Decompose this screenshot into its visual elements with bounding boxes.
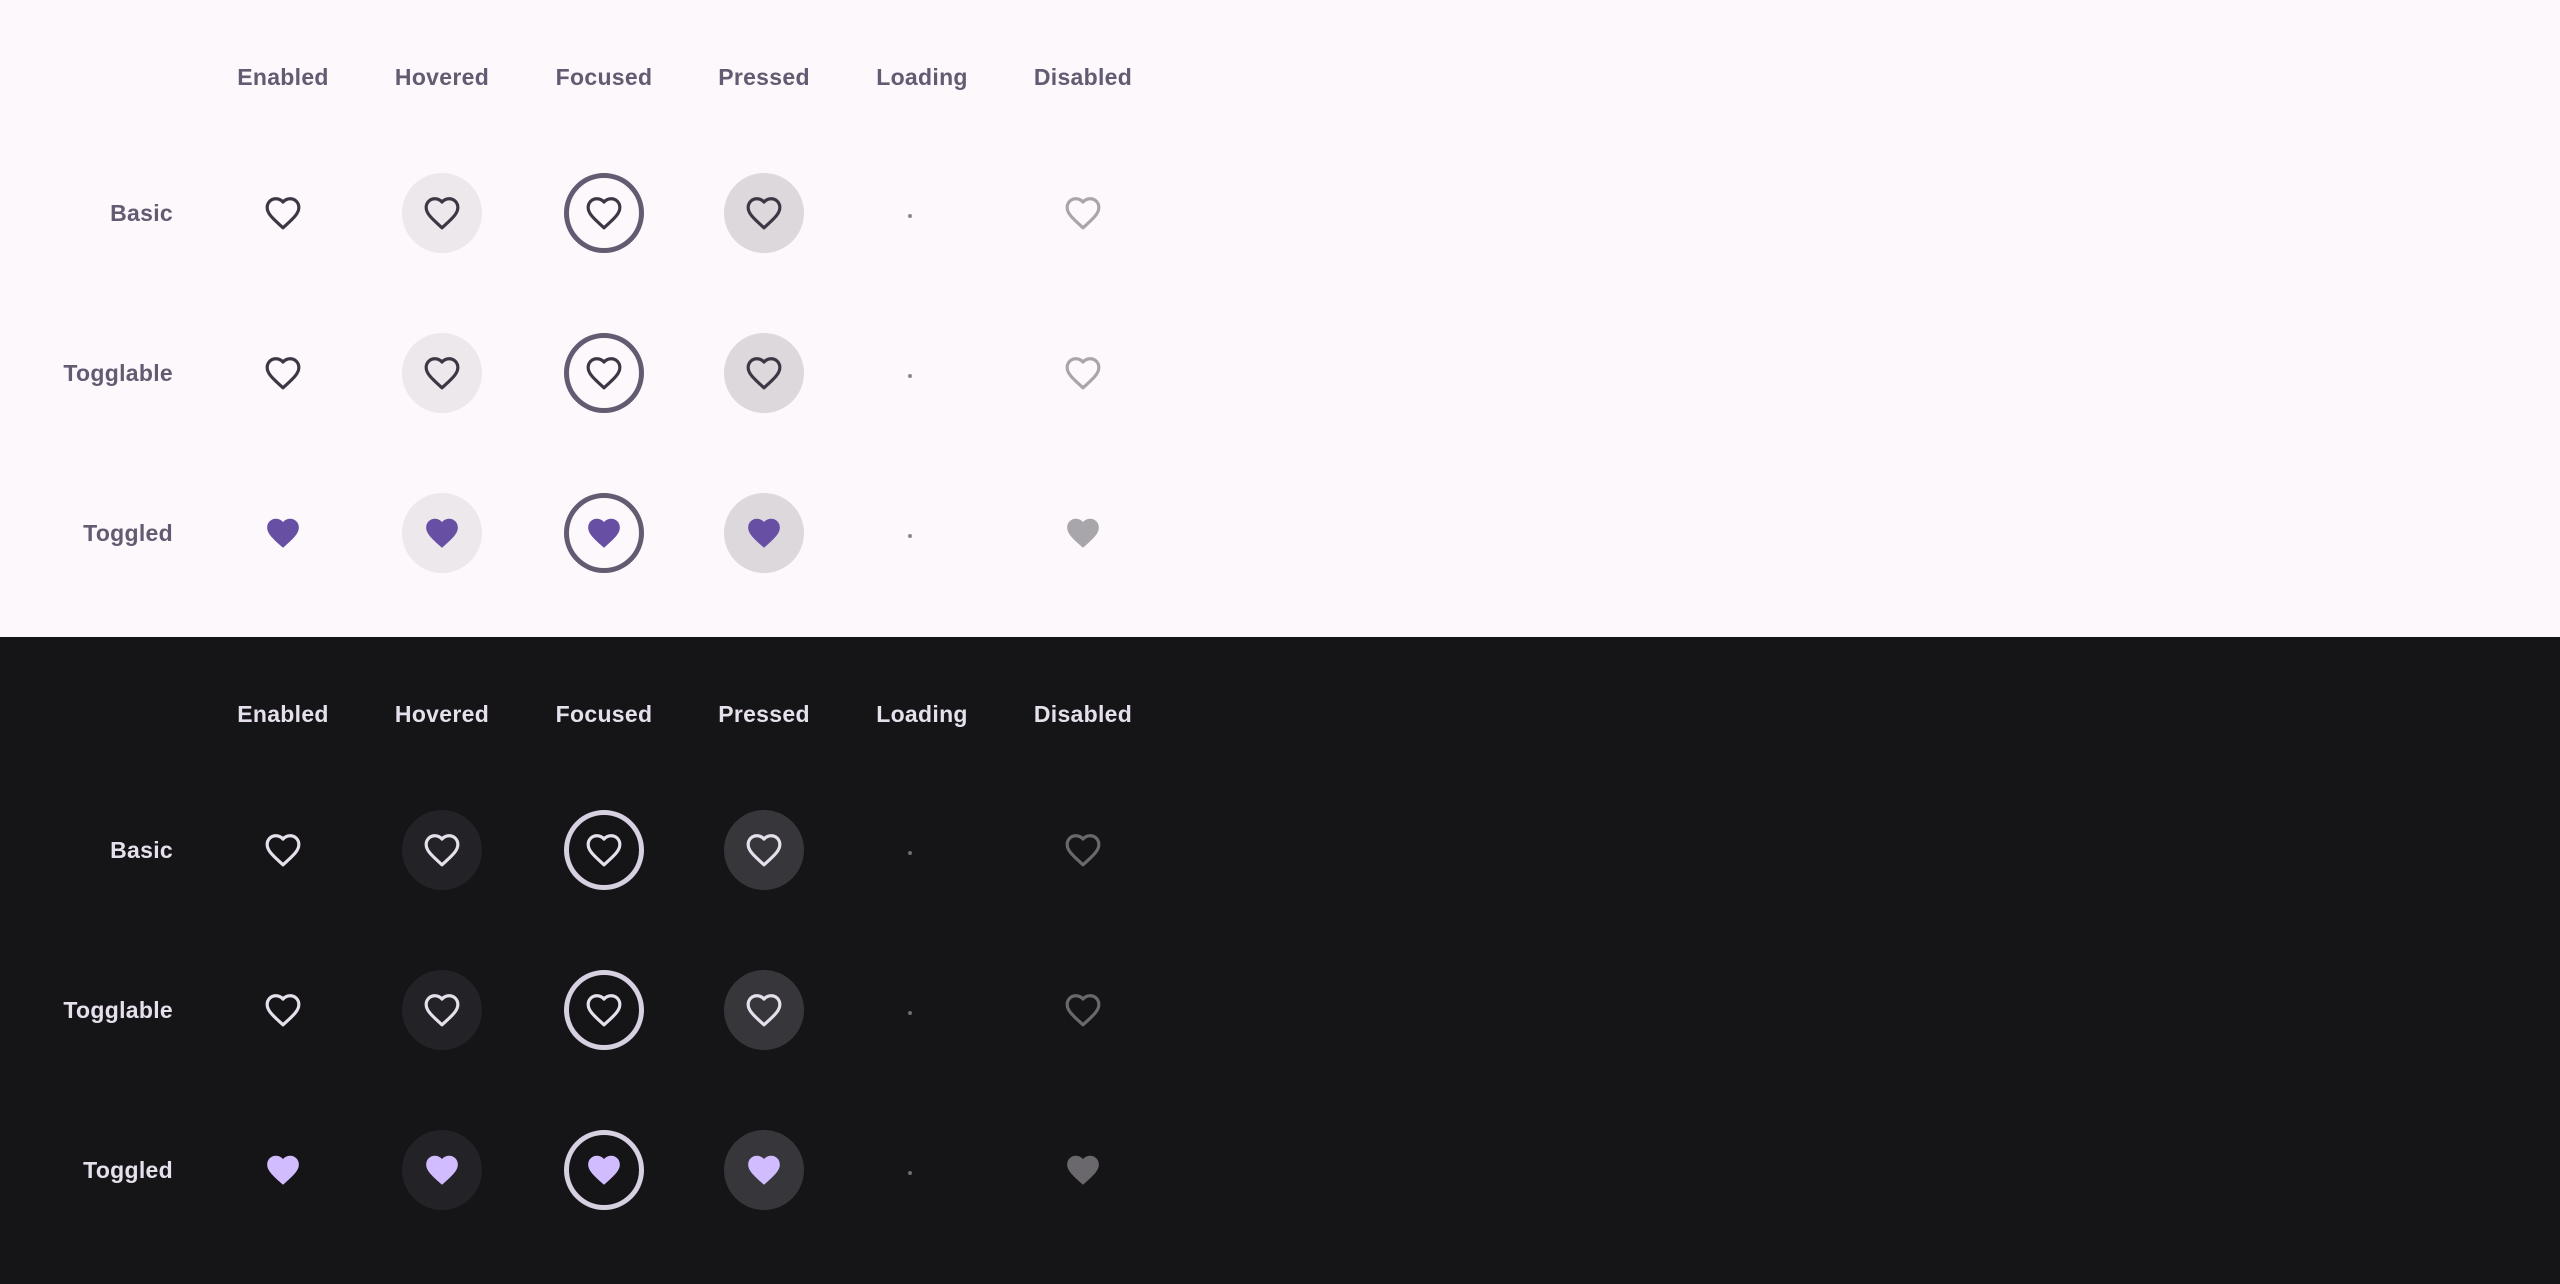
column-header-enabled: Enabled	[237, 701, 329, 727]
column-header-pressed: Pressed	[718, 64, 810, 90]
heart-icon	[586, 834, 622, 867]
heart-icon	[588, 518, 620, 548]
icon-button-togglable-pressed[interactable]	[724, 333, 804, 413]
heart-icon	[424, 994, 460, 1027]
heart-icon	[424, 357, 460, 390]
dark-theme-panel: Enabled Hovered Focused Pressed Loading …	[0, 637, 2560, 1284]
heart-icon	[426, 1155, 458, 1185]
icon-button-toggled-hovered[interactable]	[402, 493, 482, 573]
column-header-focused: Focused	[555, 64, 653, 90]
heart-icon	[267, 1155, 299, 1185]
loading-indicator	[908, 1011, 912, 1015]
heart-icon	[265, 197, 301, 230]
heart-icon	[1065, 994, 1101, 1027]
loading-indicator	[908, 214, 912, 218]
column-header-hovered: Hovered	[394, 701, 490, 727]
heart-icon	[424, 834, 460, 867]
icon-button-toggled-hovered[interactable]	[402, 1130, 482, 1210]
icon-button-togglable-hovered[interactable]	[402, 333, 482, 413]
heart-icon	[265, 834, 301, 867]
column-header-loading: Loading	[876, 701, 968, 727]
heart-icon	[267, 518, 299, 548]
column-header-loading: Loading	[876, 64, 968, 90]
heart-icon	[746, 197, 782, 230]
heart-icon	[746, 834, 782, 867]
icon-button-basic-pressed[interactable]	[724, 810, 804, 890]
column-header-focused: Focused	[555, 701, 653, 727]
icon-button-toggled-disabled	[1043, 1130, 1123, 1210]
icon-button-toggled-enabled[interactable]	[243, 493, 323, 573]
icon-button-toggled-pressed[interactable]	[724, 493, 804, 573]
loading-indicator	[908, 1171, 912, 1175]
icon-button-togglable-disabled	[1043, 333, 1123, 413]
icon-button-basic-disabled	[1043, 173, 1123, 253]
row-label-togglable: Togglable	[63, 360, 173, 386]
heart-icon	[424, 197, 460, 230]
row-label-toggled: Toggled	[83, 520, 173, 546]
column-header-disabled: Disabled	[1033, 701, 1133, 727]
icon-button-toggled-enabled[interactable]	[243, 1130, 323, 1210]
icon-button-toggled-disabled	[1043, 493, 1123, 573]
icon-button-togglable-disabled	[1043, 970, 1123, 1050]
icon-button-toggled-pressed[interactable]	[724, 1130, 804, 1210]
heart-icon	[265, 994, 301, 1027]
column-header-hovered: Hovered	[394, 64, 490, 90]
heart-icon	[588, 1155, 620, 1185]
row-label-toggled: Toggled	[83, 1157, 173, 1183]
heart-icon	[748, 518, 780, 548]
loading-indicator	[908, 534, 912, 538]
heart-icon	[748, 1155, 780, 1185]
loading-indicator	[908, 851, 912, 855]
row-label-basic: Basic	[110, 200, 173, 226]
icon-button-basic-focused[interactable]	[564, 173, 644, 253]
column-header-enabled: Enabled	[237, 64, 329, 90]
column-header-disabled: Disabled	[1033, 64, 1133, 90]
heart-icon	[1065, 357, 1101, 390]
row-label-togglable: Togglable	[63, 997, 173, 1023]
icon-button-basic-hovered[interactable]	[402, 810, 482, 890]
icon-button-togglable-hovered[interactable]	[402, 970, 482, 1050]
heart-icon	[746, 357, 782, 390]
heart-icon	[1067, 518, 1099, 548]
heart-icon	[586, 994, 622, 1027]
icon-button-togglable-pressed[interactable]	[724, 970, 804, 1050]
icon-button-togglable-focused[interactable]	[564, 333, 644, 413]
row-label-basic: Basic	[110, 837, 173, 863]
icon-button-togglable-enabled[interactable]	[243, 333, 323, 413]
heart-icon	[586, 357, 622, 390]
heart-icon	[746, 994, 782, 1027]
icon-button-basic-focused[interactable]	[564, 810, 644, 890]
loading-indicator	[908, 374, 912, 378]
icon-button-toggled-focused[interactable]	[564, 1130, 644, 1210]
icon-button-toggled-focused[interactable]	[564, 493, 644, 573]
light-theme-panel: Enabled Hovered Focused Pressed Loading …	[0, 0, 2560, 637]
icon-button-basic-pressed[interactable]	[724, 173, 804, 253]
icon-button-basic-disabled	[1043, 810, 1123, 890]
icon-button-togglable-enabled[interactable]	[243, 970, 323, 1050]
heart-icon	[265, 357, 301, 390]
heart-icon	[426, 518, 458, 548]
heart-icon	[1065, 197, 1101, 230]
heart-icon	[1067, 1155, 1099, 1185]
column-header-pressed: Pressed	[718, 701, 810, 727]
icon-button-basic-hovered[interactable]	[402, 173, 482, 253]
icon-button-basic-enabled[interactable]	[243, 810, 323, 890]
icon-button-basic-enabled[interactable]	[243, 173, 323, 253]
heart-icon	[1065, 834, 1101, 867]
icon-button-togglable-focused[interactable]	[564, 970, 644, 1050]
heart-icon	[586, 197, 622, 230]
